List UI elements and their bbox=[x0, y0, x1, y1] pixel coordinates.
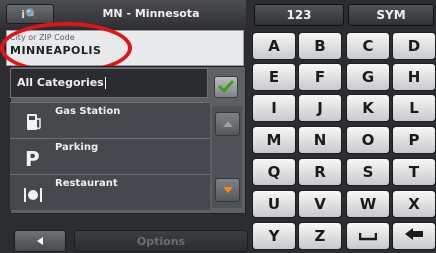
space-bar-icon bbox=[358, 233, 378, 241]
symbol-keyboard-tab[interactable]: SYM bbox=[348, 4, 434, 26]
key-q[interactable]: Q bbox=[252, 158, 296, 186]
list-item-label: Parking bbox=[55, 142, 99, 153]
key-s[interactable]: S bbox=[346, 158, 390, 186]
key-z[interactable]: Z bbox=[298, 222, 342, 250]
key-m[interactable]: M bbox=[252, 126, 296, 154]
key-y[interactable]: Y bbox=[252, 222, 296, 250]
gas-pump-icon bbox=[27, 114, 41, 130]
info-search-button[interactable]: i🔍 bbox=[6, 4, 54, 24]
parking-icon: P bbox=[25, 147, 40, 169]
triangle-up-icon bbox=[222, 121, 233, 127]
key-h[interactable]: H bbox=[392, 63, 436, 91]
confirm-button[interactable] bbox=[214, 76, 238, 98]
svg-text:P: P bbox=[25, 147, 40, 169]
text-cursor bbox=[104, 77, 106, 89]
key-l[interactable]: L bbox=[392, 94, 436, 122]
triangle-down-icon bbox=[222, 187, 233, 193]
key-i[interactable]: I bbox=[252, 94, 296, 122]
key-j[interactable]: J bbox=[298, 94, 342, 122]
key-e[interactable]: E bbox=[252, 63, 296, 91]
category-filter-label: All Categories bbox=[17, 76, 104, 89]
key-c[interactable]: C bbox=[346, 32, 390, 60]
key-f[interactable]: F bbox=[298, 63, 342, 91]
key-a[interactable]: A bbox=[252, 32, 296, 60]
back-button[interactable] bbox=[14, 230, 66, 252]
key-t[interactable]: T bbox=[392, 158, 436, 186]
list-item-label: Gas Station bbox=[55, 106, 121, 117]
key-d[interactable]: D bbox=[392, 32, 436, 60]
key-x[interactable]: X bbox=[392, 190, 436, 218]
arrow-left-icon bbox=[37, 237, 43, 245]
key-p[interactable]: P bbox=[392, 126, 436, 154]
list-item-restaurant[interactable]: Restaurant bbox=[10, 174, 210, 210]
list-item-label: Restaurant bbox=[55, 178, 118, 189]
numeric-keyboard-tab[interactable]: 123 bbox=[254, 4, 344, 26]
backspace-key[interactable] bbox=[392, 222, 436, 250]
key-k[interactable]: K bbox=[346, 94, 390, 122]
checkmark-icon bbox=[218, 80, 234, 93]
list-item-gas-station[interactable]: Gas Station bbox=[10, 102, 210, 138]
key-n[interactable]: N bbox=[298, 126, 342, 154]
state-title: MN - Minnesota bbox=[102, 7, 200, 20]
key-b[interactable]: B bbox=[298, 32, 342, 60]
restaurant-icon bbox=[24, 188, 42, 202]
key-v[interactable]: V bbox=[298, 190, 342, 218]
arrow-left-icon bbox=[405, 228, 423, 240]
list-item-parking[interactable]: P Parking bbox=[10, 138, 210, 174]
key-w[interactable]: W bbox=[346, 190, 390, 218]
options-button[interactable]: Options bbox=[74, 230, 248, 252]
key-o[interactable]: O bbox=[346, 126, 390, 154]
key-u[interactable]: U bbox=[252, 190, 296, 218]
space-key[interactable] bbox=[346, 222, 390, 250]
info-search-label: i🔍 bbox=[21, 7, 39, 21]
key-r[interactable]: R bbox=[298, 158, 342, 186]
scroll-up-button[interactable] bbox=[215, 112, 240, 136]
key-g[interactable]: G bbox=[346, 63, 390, 91]
category-filter-input[interactable]: All Categories bbox=[10, 68, 208, 98]
scroll-down-button[interactable] bbox=[215, 178, 240, 202]
